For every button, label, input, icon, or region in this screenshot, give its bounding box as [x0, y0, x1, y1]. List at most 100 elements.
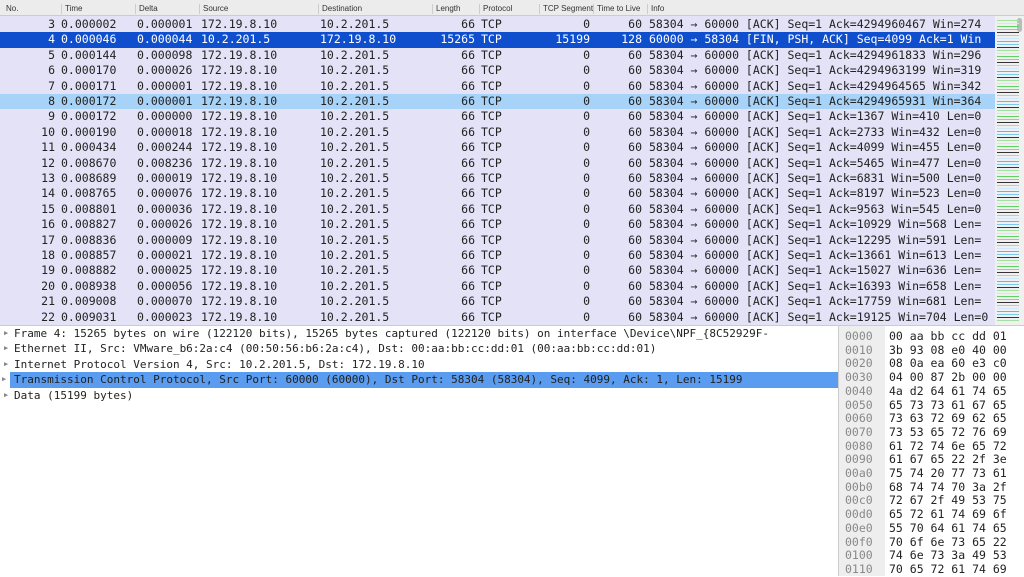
expand-triangle-icon[interactable]: ▶ — [4, 388, 8, 403]
column-header-destination[interactable]: Destination — [318, 4, 432, 14]
cell-delta: 0.000036 — [137, 201, 193, 216]
cell-ttl: 60 — [628, 248, 642, 262]
packet-row[interactable]: 8 0.000172 0.000001 172.19.8.10 10.2.201.5 66… — [0, 94, 995, 110]
cell-no: 3 — [48, 17, 55, 31]
column-header-delta[interactable]: Delta — [135, 4, 199, 14]
minimap-mark — [997, 191, 1019, 192]
packet-row[interactable]: 15 0.008801 0.000036 172.19.8.10 10.2.201.5 6… — [0, 202, 995, 217]
cell-time: 0.000170 — [61, 63, 117, 78]
cell-tcp-segment: 0 — [583, 94, 590, 108]
cell-length: 66 — [461, 294, 475, 309]
minimap-mark — [997, 137, 1019, 138]
minimap-mark — [997, 254, 1019, 255]
minimap-mark — [997, 317, 1019, 318]
hex-bytes: 3b 93 08 e0 40 00 — [889, 342, 1007, 357]
packet-list[interactable]: 3 0.000002 0.000001 172.19.8.10 10.2.201.5 66… — [0, 16, 1024, 325]
hex-offset: 00b0 — [845, 479, 873, 494]
cell-destination: 10.2.201.5 — [320, 171, 390, 185]
cell-ttl: 60 — [628, 155, 642, 170]
hex-row[interactable]: 0020 08 0a ea 60 e3 c0 — [839, 357, 1023, 371]
hex-row[interactable]: 0050 65 73 73 61 67 65 — [839, 398, 1023, 413]
hex-row[interactable]: 0000 00 aa bb cc dd 01 — [839, 329, 1023, 344]
hex-row[interactable]: 0030 04 00 87 2b 00 00 — [839, 370, 1023, 385]
hex-row[interactable]: 0110 70 65 72 61 74 69 — [839, 562, 1023, 577]
expand-triangle-icon[interactable]: ▶ — [4, 326, 8, 341]
packet-row[interactable]: 17 0.008836 0.000009 172.19.8.10 10.2.201.5 6… — [0, 233, 995, 248]
detail-tree-item[interactable]: ▶ Frame 4: 15265 bytes on wire (122120 bi… — [0, 326, 838, 341]
hex-row[interactable]: 00f0 70 6f 6e 73 65 22 — [839, 535, 1023, 550]
packet-row[interactable]: 4 0.000046 0.000044 10.2.201.5 172.19.8.10 15… — [0, 32, 995, 48]
packet-row[interactable]: 3 0.000002 0.000001 172.19.8.10 10.2.201.5 66… — [0, 17, 995, 32]
cell-delta: 0.000021 — [137, 248, 193, 262]
packet-row[interactable]: 14 0.008765 0.000076 172.19.8.10 10.2.201.5 6… — [0, 186, 995, 201]
column-header-length[interactable]: Length — [432, 4, 479, 14]
packet-row[interactable]: 6 0.000170 0.000026 172.19.8.10 10.2.201.5 66… — [0, 63, 995, 78]
column-header-time[interactable]: Time — [61, 4, 135, 14]
hex-row[interactable]: 00c0 72 67 2f 49 53 75 — [839, 494, 1023, 508]
hex-row[interactable]: 0100 74 6e 73 3a 49 53 — [839, 548, 1023, 563]
packet-details-pane[interactable]: ▶ Frame 4: 15265 bytes on wire (122120 bi… — [0, 325, 838, 576]
packet-row[interactable]: 5 0.000144 0.000098 172.19.8.10 10.2.201.5 66… — [0, 48, 995, 63]
minimap-mark — [997, 284, 1019, 285]
packet-row[interactable]: 12 0.008670 0.008236 172.19.8.10 10.2.201.5 6… — [0, 156, 995, 171]
hex-row[interactable]: 00b0 68 74 74 70 3a 2f — [839, 479, 1023, 495]
expand-triangle-icon[interactable]: ▶ — [2, 372, 6, 387]
cell-info: 58304 → 60000 [ACK] Seq=1 Ack=5465 Win=4… — [649, 155, 982, 170]
cell-no: 4 — [48, 32, 55, 47]
cell-protocol: TCP — [481, 217, 502, 232]
packet-row[interactable]: 10 0.000190 0.000018 172.19.8.10 10.2.201.5 6… — [0, 125, 995, 140]
hex-row[interactable]: 0090 61 67 65 22 2f 3e — [839, 453, 1023, 467]
cell-tcp-segment: 0 — [583, 309, 590, 324]
minimap-mark — [997, 236, 1019, 237]
cell-ttl: 60 — [628, 109, 642, 124]
hex-row[interactable]: 0010 3b 93 08 e0 40 00 — [839, 342, 1023, 358]
packet-bytes-pane[interactable]: 0000 00 aa bb cc dd 01 0010 3b 93 08 e0 40 … — [838, 325, 1024, 576]
cell-length: 66 — [461, 263, 475, 278]
detail-tree-item[interactable]: ▶ Transmission Control Protocol, Src Port… — [2, 372, 838, 388]
packet-row[interactable]: 16 0.008827 0.000026 172.19.8.10 10.2.201.5 6… — [0, 217, 995, 232]
detail-tree-item[interactable]: ▶ Internet Protocol Version 4, Src: 10.2.… — [0, 357, 838, 372]
packet-row[interactable]: 22 0.009031 0.000023 172.19.8.10 10.2.201.5 6… — [0, 309, 1009, 325]
hex-row[interactable]: 0040 4a d2 64 61 74 65 — [839, 384, 1023, 399]
detail-tree-item[interactable]: ▶ Data (15199 bytes) — [0, 388, 838, 403]
hex-bytes: 65 72 61 74 69 6f — [889, 507, 1007, 522]
packet-row[interactable]: 21 0.009008 0.000070 172.19.8.10 10.2.201.5 6… — [0, 294, 995, 309]
minimap-mark — [997, 296, 1019, 297]
hex-row[interactable]: 00a0 75 74 20 77 73 61 — [839, 466, 1023, 481]
cell-length: 66 — [461, 217, 475, 232]
minimap-mark — [997, 116, 1019, 117]
cell-destination: 10.2.201.5 — [320, 63, 390, 78]
column-header-protocol[interactable]: Protocol — [479, 4, 539, 14]
cell-destination: 10.2.201.5 — [320, 186, 390, 201]
packet-row[interactable]: 11 0.000434 0.000244 172.19.8.10 10.2.201.5 6… — [0, 140, 995, 155]
column-header-info[interactable]: Info — [647, 4, 987, 14]
packet-row[interactable]: 19 0.008882 0.000025 172.19.8.10 10.2.201.5 6… — [0, 263, 995, 278]
packet-minimap-scrollbar[interactable] — [995, 16, 1024, 325]
column-header-ttl[interactable]: Time to Live — [593, 4, 647, 14]
column-header-source[interactable]: Source — [199, 4, 318, 14]
cell-length: 66 — [461, 155, 475, 170]
expand-triangle-icon[interactable]: ▶ — [4, 341, 8, 356]
hex-row[interactable]: 00d0 65 72 61 74 69 6f — [839, 507, 1023, 522]
hex-row[interactable]: 0070 73 53 65 72 76 69 — [839, 425, 1023, 440]
minimap-mark — [997, 290, 1019, 291]
minimap-mark — [997, 95, 1019, 96]
cell-protocol: TCP — [481, 201, 502, 216]
cell-source: 172.19.8.10 — [201, 171, 278, 185]
hex-row[interactable]: 0060 73 63 72 69 62 65 — [839, 411, 1023, 426]
packet-row[interactable]: 7 0.000171 0.000001 172.19.8.10 10.2.201.5 66… — [0, 79, 995, 94]
expand-triangle-icon[interactable]: ▶ — [4, 357, 8, 372]
hex-offset: 0030 — [845, 370, 873, 385]
packet-row[interactable]: 13 0.008689 0.000019 172.19.8.10 10.2.201.5 6… — [0, 171, 995, 186]
packet-row[interactable]: 9 0.000172 0.000000 172.19.8.10 10.2.201.5 66… — [0, 109, 995, 124]
minimap-mark — [997, 98, 1019, 99]
hex-row[interactable]: 0080 61 72 74 6e 65 72 — [839, 439, 1023, 454]
packet-row[interactable]: 18 0.008857 0.000021 172.19.8.10 10.2.201.5 6… — [0, 248, 995, 263]
cell-tcp-segment: 0 — [583, 140, 590, 155]
cell-no: 7 — [48, 78, 55, 93]
packet-row[interactable]: 20 0.008938 0.000056 172.19.8.10 10.2.201.5 6… — [0, 279, 995, 294]
column-header-tcp-segment[interactable]: TCP Segment — [539, 4, 593, 14]
detail-tree-item[interactable]: ▶ Ethernet II, Src: VMware_b6:2a:c4 (00:5… — [0, 341, 838, 356]
column-header-no[interactable]: No. — [3, 4, 61, 14]
hex-row[interactable]: 00e0 55 70 64 61 74 65 — [839, 521, 1023, 536]
